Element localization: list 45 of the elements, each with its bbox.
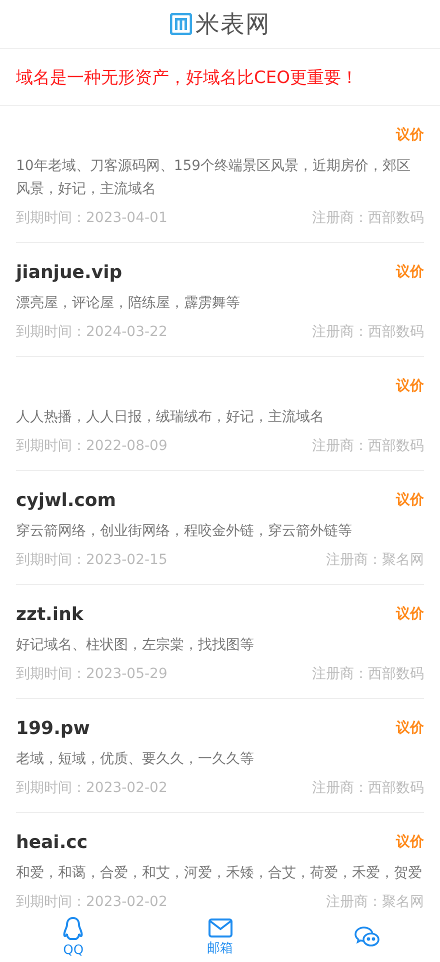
registrar: 注册商：西部数码 bbox=[312, 779, 424, 798]
expiry-date: 到期时间：2023-02-15 bbox=[16, 551, 168, 570]
expiry-date: 到期时间：2023-05-29 bbox=[16, 665, 168, 684]
domain-card[interactable]: zzt.ink 议价 好记域名、柱状图，左宗棠，找找图等 到期时间：2023-05-29 注册商：西部数码 bbox=[16, 585, 424, 699]
domain-card[interactable]: jianjue.vip 议价 漂亮屋，评论屋，陪练屋，霹雳舞等 到期时间：2024-03-22 注册商：西部数码 bbox=[16, 243, 424, 357]
domain-description: 好记域名、柱状图，左宗棠，找找图等 bbox=[16, 636, 255, 655]
penguin-icon bbox=[62, 916, 84, 942]
domain-description: 人人热播，人人日报，绒瑞绒布，好记，主流域名 bbox=[16, 408, 325, 427]
domain-name: jianjue.vip bbox=[16, 262, 122, 282]
domain-card[interactable]: 199.pw 议价 老域，短域，优质、要久久，一久久等 到期时间：2023-02-02 注册商：西部数码 bbox=[16, 699, 424, 813]
expiry-date: 到期时间：2024-03-22 bbox=[16, 323, 168, 342]
domain-name: zzt.ink bbox=[16, 604, 84, 624]
domain-card[interactable]: 议价 人人热播，人人日报，绒瑞绒布，好记，主流域名 到期时间：2022-08-09 注册商：西部数码 bbox=[16, 357, 424, 471]
price-label: 议价 bbox=[396, 605, 424, 623]
domain-description: 漂亮屋，评论屋，陪练屋，霹雳舞等 bbox=[16, 294, 241, 313]
slogan: 域名是一种无形资产，好域名比CEO更重要！ bbox=[16, 66, 358, 88]
registrar: 注册商：西部数码 bbox=[312, 209, 424, 228]
price-label: 议价 bbox=[396, 126, 424, 144]
domain-description: 和爱，和蔼，合爱，和艾，河爱，禾矮，合艾，荷爱，禾爱，贺爱 bbox=[16, 864, 423, 883]
registrar: 注册商：聚名网 bbox=[326, 551, 424, 570]
logo-text: 米表网 bbox=[196, 9, 270, 40]
chat-bubbles-icon bbox=[354, 926, 380, 948]
domain-card[interactable]: cyjwl.com 议价 穿云箭网络，创业街网络，程咬金外链，穿云箭外链等 到期时间：2023-02-15 注册商：聚名网 bbox=[16, 471, 424, 585]
domain-description: 穿云箭网络，创业街网络，程咬金外链，穿云箭外链等 bbox=[16, 522, 353, 541]
domain-name: 199.pw bbox=[16, 718, 90, 738]
domain-name: cyjwl.com bbox=[16, 490, 116, 510]
mail-icon bbox=[208, 918, 232, 938]
logo-icon bbox=[170, 13, 192, 35]
price-label: 议价 bbox=[396, 491, 424, 509]
expiry-date: 到期时间：2023-02-02 bbox=[16, 893, 168, 912]
expiry-date: 到期时间：2023-02-02 bbox=[16, 779, 168, 798]
registrar: 注册商：西部数码 bbox=[312, 665, 424, 684]
expiry-date: 到期时间：2022-08-09 bbox=[16, 437, 168, 456]
domain-description: 老域，短域，优质、要久久，一久久等 bbox=[16, 750, 255, 769]
domain-name: heai.cc bbox=[16, 832, 88, 852]
domain-card[interactable]: 议价 10年老域、刀客源码网、159个终端景区风景，近期房价，郊区风景，好记，主流域名 到期时间：2023-04-01 注册商：西部数码 bbox=[16, 106, 424, 243]
expiry-date: 到期时间：2023-04-01 bbox=[16, 209, 168, 228]
price-label: 议价 bbox=[396, 263, 424, 281]
price-label: 议价 bbox=[396, 719, 424, 737]
domain-description: 10年老域、刀客源码网、159个终端景区风景，近期房价，郊区风景，好记，主流域名 bbox=[16, 157, 412, 199]
registrar: 注册商：西部数码 bbox=[312, 323, 424, 342]
price-label: 议价 bbox=[396, 377, 424, 395]
registrar: 注册商：西部数码 bbox=[312, 437, 424, 456]
price-label: 议价 bbox=[396, 833, 424, 851]
registrar: 注册商：聚名网 bbox=[326, 893, 424, 912]
